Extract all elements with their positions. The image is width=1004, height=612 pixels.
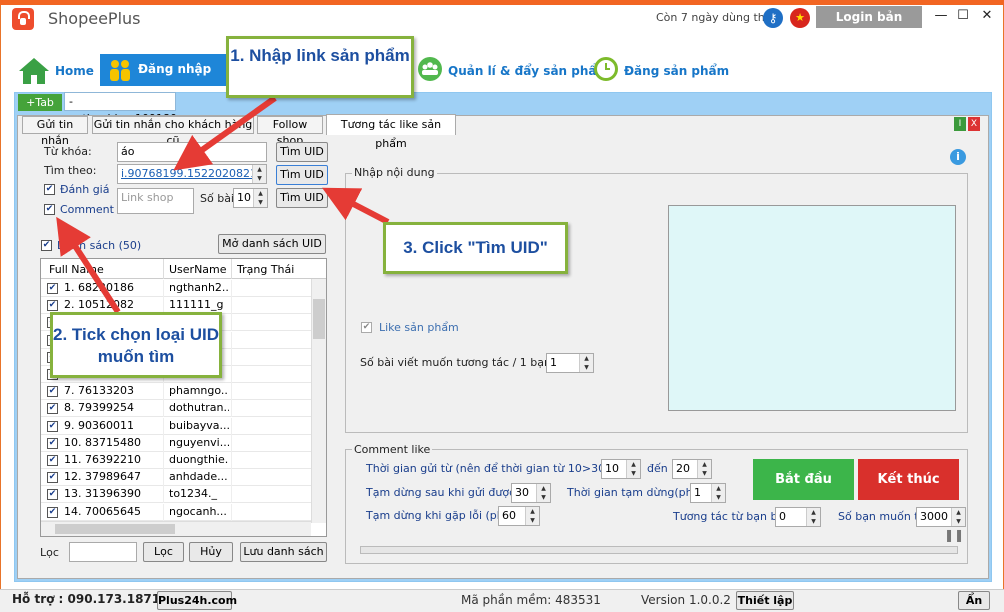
callout-step-3: 3. Click "Tìm UID"	[383, 222, 568, 274]
version-text: Version 1.0.0.2	[641, 593, 731, 607]
support-phone: Hỗ trợ : 090.173.1871	[12, 592, 161, 606]
callout-step-2: 2. Tick chọn loại UID muốn tìm	[50, 312, 222, 378]
annotation-arrows	[56, 95, 390, 314]
website-button[interactable]: Plus24h.com	[157, 591, 237, 610]
hide-button[interactable]: Ẩn	[958, 591, 990, 610]
software-code: Mã phần mềm: 483531	[461, 593, 601, 607]
settings-button[interactable]: Thiết lập	[736, 591, 794, 610]
callout-step-1: 1. Nhập link sản phẩm	[226, 36, 414, 98]
